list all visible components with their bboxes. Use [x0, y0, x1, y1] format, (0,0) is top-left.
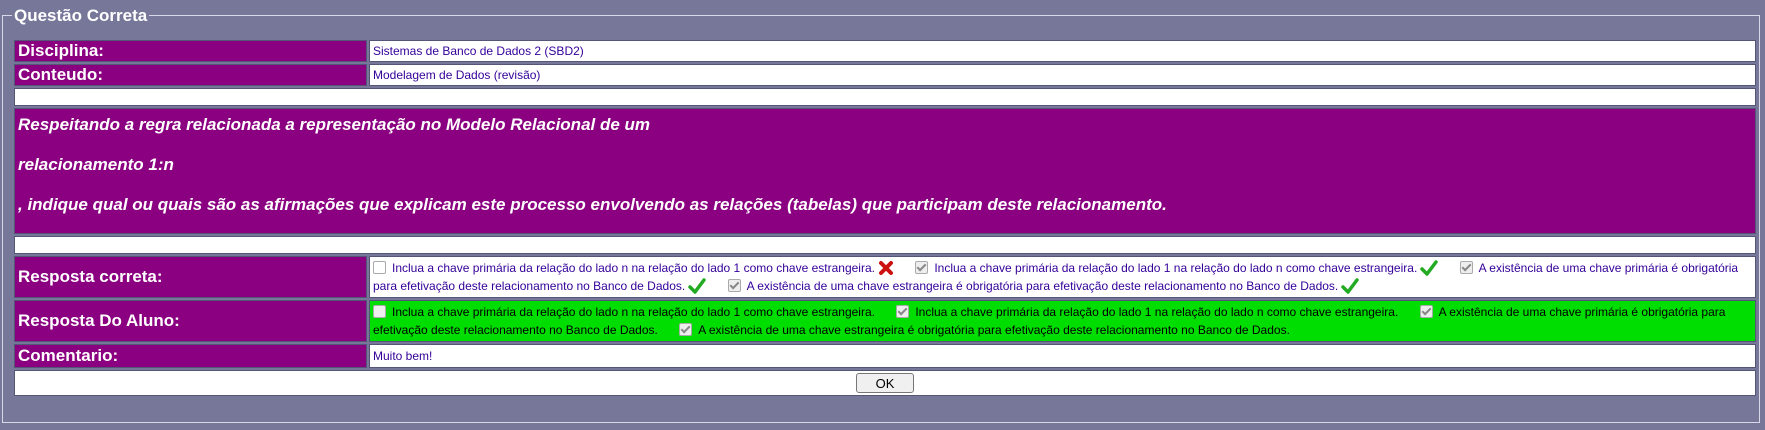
fieldset-legend: Questão Correta: [12, 6, 150, 26]
conteudo-row: Conteudo: Modelagem de Dados (revisão): [14, 64, 1756, 86]
correct-option-2: Inclua a chave primária da relação do la…: [915, 260, 1439, 276]
question-row: Respeitando a regra relacionada a repres…: [14, 108, 1756, 234]
option-text: Inclua a chave primária da relação do la…: [392, 305, 875, 319]
wrong-x-icon: [878, 261, 893, 275]
correct-answer-options: Inclua a chave primária da relação do la…: [369, 256, 1756, 298]
conteudo-label: Conteudo:: [14, 64, 367, 86]
checkbox-checked-icon[interactable]: [915, 261, 929, 274]
disciplina-value: Sistemas de Banco de Dados 2 (SBD2): [369, 40, 1756, 62]
disciplina-row: Disciplina: Sistemas de Banco de Dados 2…: [14, 40, 1756, 62]
checkmark-icon: [1341, 278, 1360, 294]
option-text: Inclua a chave primária da relação do la…: [392, 261, 875, 275]
question-line-1: Respeitando a regra relacionada a repres…: [18, 115, 651, 134]
student-answer-label: Resposta Do Aluno:: [14, 300, 367, 342]
student-option-1: Inclua a chave primária da relação do la…: [373, 305, 875, 319]
correct-option-1: Inclua a chave primária da relação do la…: [373, 261, 894, 275]
ok-button[interactable]: OK: [856, 373, 914, 393]
blank-row-2: [14, 236, 1756, 254]
button-row: OK: [14, 370, 1756, 396]
option-text: A existência de uma chave estrangeira é …: [746, 279, 1339, 293]
checkbox-checked-icon[interactable]: [896, 305, 910, 318]
blank-cell: [14, 88, 1756, 106]
disciplina-label: Disciplina:: [14, 40, 367, 62]
question-line-3: , indique qual ou quais são as afirmaçõe…: [18, 195, 1167, 214]
comentario-label: Comentario:: [14, 344, 367, 368]
student-answer-row: Resposta Do Aluno: Inclua a chave primár…: [14, 300, 1756, 342]
checkbox-checked-icon[interactable]: [1459, 261, 1473, 274]
student-answer-options: Inclua a chave primária da relação do la…: [369, 300, 1756, 342]
option-text: Inclua a chave primária da relação do la…: [915, 305, 1399, 319]
question-text: Respeitando a regra relacionada a repres…: [14, 108, 1756, 234]
question-line-2: relacionamento 1:n: [18, 155, 174, 174]
student-option-2: Inclua a chave primária da relação do la…: [896, 305, 1398, 319]
checkbox-checked-icon[interactable]: [727, 279, 741, 292]
conteudo-value: Modelagem de Dados (revisão): [369, 64, 1756, 86]
student-option-4: A existência de uma chave estrangeira é …: [679, 323, 1290, 337]
correct-answer-row: Resposta correta: Inclua a chave primári…: [14, 256, 1756, 298]
checkmark-icon: [688, 278, 706, 294]
option-text: A existência de uma chave estrangeira é …: [698, 323, 1290, 337]
comentario-value: Muito bem!: [369, 344, 1756, 368]
correct-answer-label: Resposta correta:: [14, 256, 367, 298]
comentario-row: Comentario: Muito bem!: [14, 344, 1756, 368]
checkbox-checked-icon[interactable]: [679, 323, 693, 336]
checkmark-icon: [1420, 260, 1439, 276]
blank-row-1: [14, 88, 1756, 106]
checkbox-icon[interactable]: [373, 305, 386, 318]
correct-option-4: A existência de uma chave estrangeira é …: [727, 278, 1360, 294]
question-table: Disciplina: Sistemas de Banco de Dados 2…: [12, 38, 1758, 398]
button-cell: OK: [14, 370, 1756, 396]
checkbox-checked-icon[interactable]: [1419, 305, 1433, 318]
blank-cell: [14, 236, 1756, 254]
option-text: Inclua a chave primária da relação do la…: [934, 261, 1418, 275]
checkbox-icon[interactable]: [373, 261, 386, 274]
